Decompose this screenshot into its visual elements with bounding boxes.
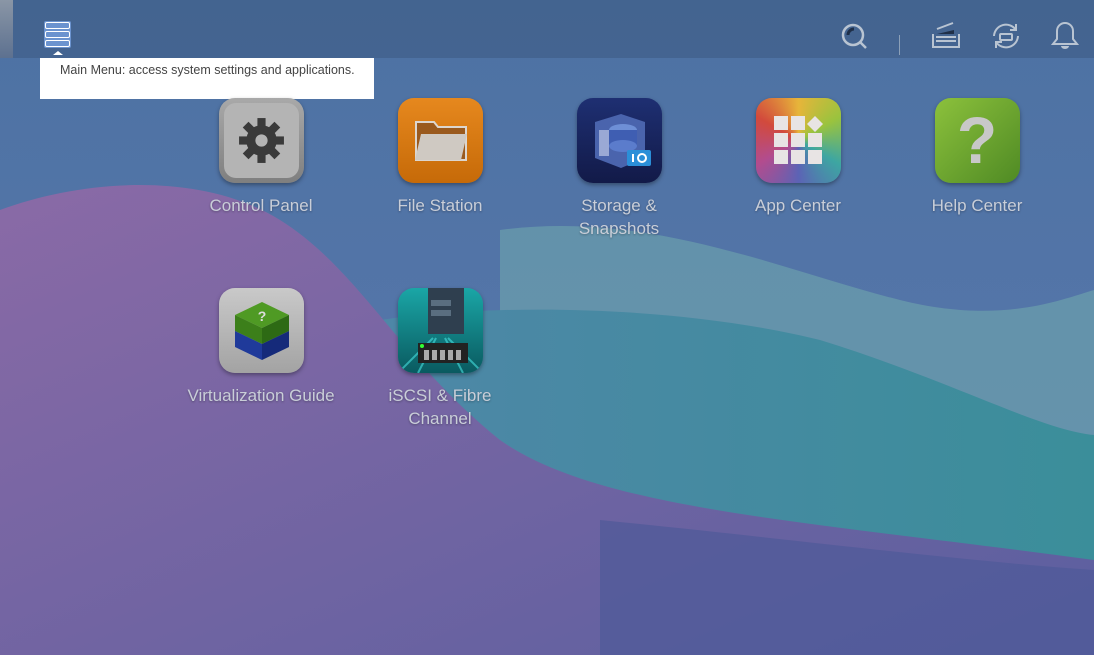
- separator: [899, 35, 900, 55]
- left-edge: [0, 0, 13, 58]
- search-icon[interactable]: [838, 20, 870, 52]
- main-menu-tooltip: Main Menu: access system settings and ap…: [40, 51, 374, 99]
- virtualization-cube-icon: ?: [218, 288, 304, 373]
- notification-bell-icon[interactable]: [1049, 20, 1081, 52]
- svg-text:?: ?: [257, 308, 266, 324]
- storage-icon: [576, 98, 662, 183]
- app-label: File Station: [397, 196, 483, 215]
- app-label: Virtualization Guide: [187, 386, 335, 405]
- main-menu-button[interactable]: [44, 21, 71, 48]
- app-help-center[interactable]: ? Help Center: [902, 98, 1052, 217]
- folder-icon: [397, 98, 483, 183]
- iscsi-server-icon: [397, 288, 483, 373]
- app-label: Storage & Snapshots: [578, 196, 660, 238]
- app-label: App Center: [755, 196, 841, 215]
- app-grid-icon: [755, 98, 841, 183]
- app-label: iSCSI & Fibre Channel: [388, 386, 492, 428]
- question-icon: ?: [934, 98, 1020, 183]
- app-app-center[interactable]: App Center: [723, 98, 873, 217]
- app-control-panel[interactable]: Control Panel: [186, 98, 336, 217]
- background-tasks-icon[interactable]: [930, 20, 962, 52]
- app-label: Control Panel: [209, 196, 313, 215]
- app-virtualization-guide[interactable]: ? Virtualization Guide: [186, 288, 336, 407]
- app-storage-snapshots[interactable]: Storage & Snapshots: [544, 98, 694, 240]
- app-iscsi-fibre-channel[interactable]: iSCSI & Fibre Channel: [365, 288, 515, 430]
- app-label: Help Center: [931, 196, 1023, 215]
- gear-icon: [218, 98, 304, 183]
- external-device-sync-icon[interactable]: [990, 20, 1022, 52]
- app-file-station[interactable]: File Station: [365, 98, 515, 217]
